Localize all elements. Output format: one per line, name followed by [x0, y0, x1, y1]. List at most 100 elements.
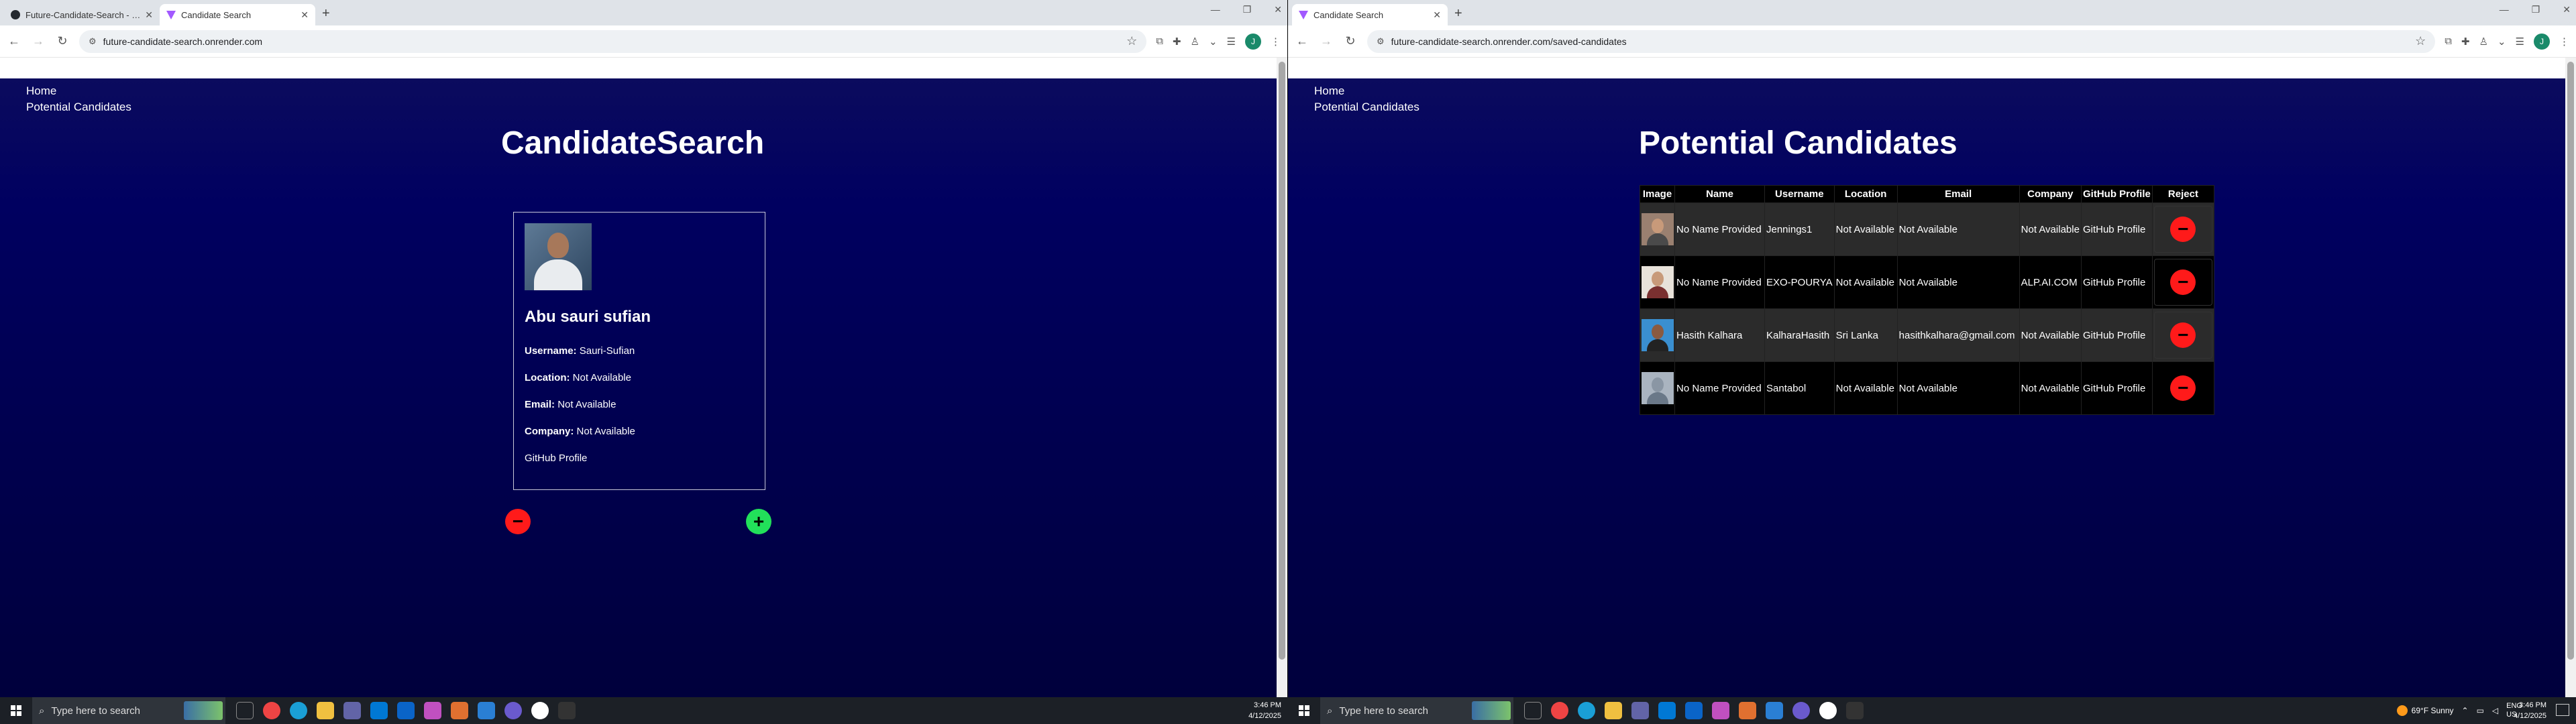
start-button[interactable]	[0, 697, 32, 724]
back-icon[interactable]: ←	[1295, 34, 1309, 48]
vscode-icon[interactable]	[1766, 702, 1783, 719]
cell-email: Not Available	[1896, 255, 2020, 309]
app-icon[interactable]	[1792, 702, 1810, 719]
minimize-icon[interactable]: —	[2500, 4, 2509, 15]
close-icon[interactable]: ✕	[145, 9, 153, 21]
vite-icon	[1299, 10, 1308, 19]
github-profile-link[interactable]: GitHub Profile	[525, 452, 754, 464]
profile-avatar[interactable]: J	[1245, 33, 1261, 50]
chevron-up-icon[interactable]: ⌃	[2462, 706, 2469, 715]
paint-icon[interactable]	[451, 702, 468, 719]
terminal-icon[interactable]	[1846, 702, 1864, 719]
bookmark-star-icon[interactable]: ☆	[2415, 34, 2426, 48]
reject-button[interactable]: −	[2170, 217, 2196, 242]
notification-icon[interactable]	[2556, 704, 2569, 716]
outlook-icon[interactable]	[397, 702, 415, 719]
tab-github[interactable]: Future-Candidate-Search - Sta ✕	[4, 4, 160, 25]
file-explorer-icon[interactable]	[1605, 702, 1622, 719]
cell-github-link[interactable]: GitHub Profile	[2080, 361, 2153, 415]
scrollbar[interactable]	[1277, 58, 1287, 697]
close-window-icon[interactable]: ✕	[2563, 4, 2571, 15]
teams-icon[interactable]	[343, 702, 361, 719]
cell-github-link[interactable]: GitHub Profile	[2080, 308, 2153, 362]
profile-avatar[interactable]: J	[2534, 33, 2550, 50]
app-icon[interactable]	[1712, 702, 1729, 719]
new-tab-icon[interactable]: +	[322, 6, 330, 21]
address-bar[interactable]: ⚙ future-candidate-search.onrender.com ☆	[79, 29, 1147, 53]
store-icon[interactable]	[370, 702, 388, 719]
close-icon[interactable]: ✕	[1433, 9, 1441, 21]
nav-home-link[interactable]: Home	[26, 83, 131, 99]
account-icon[interactable]: ♙	[1191, 36, 1199, 48]
nav-potential-candidates-link[interactable]: Potential Candidates	[26, 99, 131, 115]
reject-button[interactable]: −	[2170, 322, 2196, 348]
nav-potential-candidates-link[interactable]: Potential Candidates	[1314, 99, 1419, 115]
forward-icon[interactable]: →	[31, 34, 46, 48]
menu-icon[interactable]: ⋮	[2559, 36, 2569, 48]
menu-icon[interactable]: ⋮	[1271, 36, 1281, 48]
chevron-down-icon[interactable]: ⌄	[1209, 36, 1218, 48]
scrollbar-thumb[interactable]	[2567, 62, 2574, 660]
reject-button[interactable]: −	[505, 509, 531, 534]
site-info-icon[interactable]: ⚙	[1377, 36, 1385, 47]
site-info-icon[interactable]: ⚙	[89, 36, 97, 47]
extension-icon[interactable]: ⧉	[2445, 36, 2452, 47]
puzzle-icon[interactable]: ✚	[1173, 36, 1181, 48]
tab-search-icon[interactable]: ☰	[1227, 36, 1236, 48]
new-tab-icon[interactable]: +	[1454, 6, 1462, 21]
scrollbar[interactable]	[2565, 58, 2576, 697]
edge-icon[interactable]	[290, 702, 307, 719]
store-icon[interactable]	[1658, 702, 1676, 719]
restore-icon[interactable]: ❐	[2532, 4, 2540, 15]
app-icon[interactable]	[1819, 702, 1837, 719]
edge-icon[interactable]	[1578, 702, 1595, 719]
forward-icon[interactable]: →	[1319, 34, 1334, 48]
vscode-icon[interactable]	[478, 702, 495, 719]
app-icon[interactable]	[531, 702, 549, 719]
reject-button[interactable]: −	[2170, 269, 2196, 295]
minimize-icon[interactable]: —	[1211, 4, 1220, 15]
taskbar-search[interactable]: ⌕ Type here to search	[32, 697, 225, 724]
address-bar[interactable]: ⚙ future-candidate-search.onrender.com/s…	[1367, 29, 2436, 53]
close-icon[interactable]: ✕	[301, 9, 309, 21]
clock[interactable]: 3:46 PM 4/12/2025	[1248, 700, 1281, 721]
start-button[interactable]	[1288, 697, 1320, 724]
back-icon[interactable]: ←	[7, 34, 21, 48]
tab-candidate-search[interactable]: Candidate Search ✕	[1292, 4, 1448, 25]
reload-icon[interactable]: ↻	[1343, 34, 1358, 48]
network-icon[interactable]: ▭	[2477, 706, 2484, 715]
reload-icon[interactable]: ↻	[55, 34, 70, 48]
puzzle-icon[interactable]: ✚	[2461, 36, 2470, 48]
weather-widget[interactable]: 69°F Sunny	[2396, 705, 2454, 716]
accept-button[interactable]: +	[746, 509, 771, 534]
app-icon[interactable]	[504, 702, 522, 719]
tab-candidate-search[interactable]: Candidate Search ✕	[160, 4, 315, 25]
tab-search-icon[interactable]: ☰	[2516, 36, 2524, 48]
scrollbar-thumb[interactable]	[1279, 62, 1285, 660]
reject-button[interactable]: −	[2170, 375, 2196, 401]
restore-icon[interactable]: ❐	[1243, 4, 1252, 15]
column-header: Location	[1833, 185, 1898, 203]
extension-icon[interactable]: ⧉	[1156, 36, 1163, 47]
task-view-icon[interactable]	[1524, 702, 1542, 719]
task-view-icon[interactable]	[236, 702, 254, 719]
chevron-down-icon[interactable]: ⌄	[2498, 36, 2506, 48]
outlook-icon[interactable]	[1685, 702, 1703, 719]
clock[interactable]: 3:46 PM 4/12/2025	[2514, 700, 2546, 721]
cell-github-link[interactable]: GitHub Profile	[2080, 255, 2153, 309]
chrome-icon[interactable]	[263, 702, 280, 719]
taskbar-search[interactable]: ⌕ Type here to search	[1320, 697, 1513, 724]
terminal-icon[interactable]	[558, 702, 576, 719]
chrome-icon[interactable]	[1551, 702, 1568, 719]
paint-icon[interactable]	[1739, 702, 1756, 719]
nav-home-link[interactable]: Home	[1314, 83, 1419, 99]
teams-icon[interactable]	[1631, 702, 1649, 719]
volume-icon[interactable]: ◁	[2492, 706, 2498, 715]
account-icon[interactable]: ♙	[2479, 36, 2488, 48]
close-window-icon[interactable]: ✕	[1274, 4, 1282, 15]
file-explorer-icon[interactable]	[317, 702, 334, 719]
app-icon[interactable]	[424, 702, 441, 719]
bookmark-star-icon[interactable]: ☆	[1126, 34, 1137, 48]
search-icon: ⌕	[39, 705, 45, 717]
cell-github-link[interactable]: GitHub Profile	[2080, 202, 2153, 256]
